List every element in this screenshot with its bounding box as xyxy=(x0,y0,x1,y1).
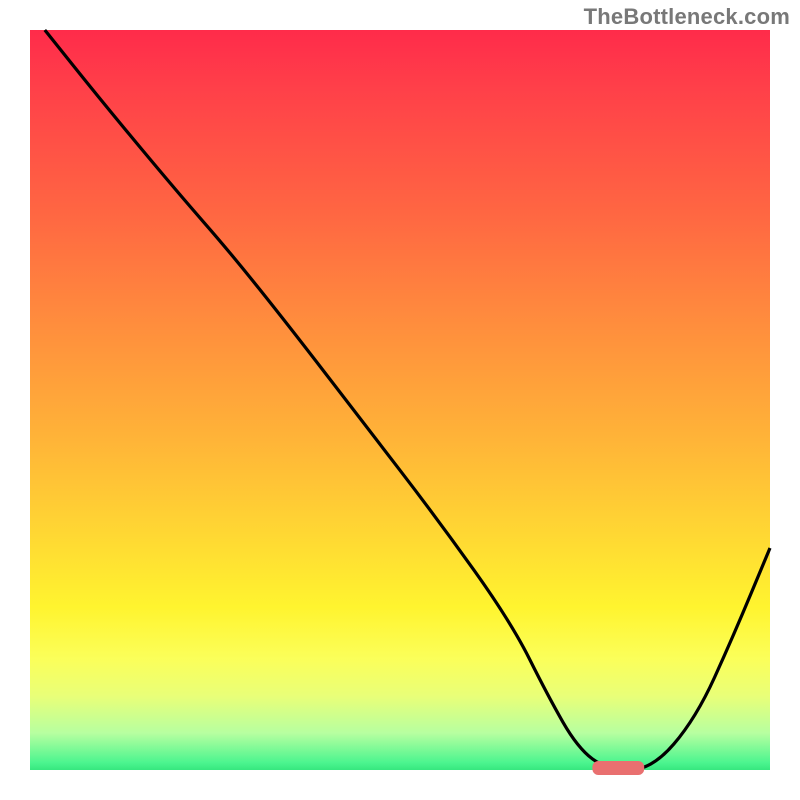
attribution-label: TheBottleneck.com xyxy=(584,4,790,30)
plot-svg xyxy=(30,30,770,770)
plot-area xyxy=(30,30,770,770)
bottleneck-curve xyxy=(45,30,770,770)
chart-wrapper: TheBottleneck.com xyxy=(0,0,800,800)
optimal-region-marker xyxy=(592,761,644,775)
